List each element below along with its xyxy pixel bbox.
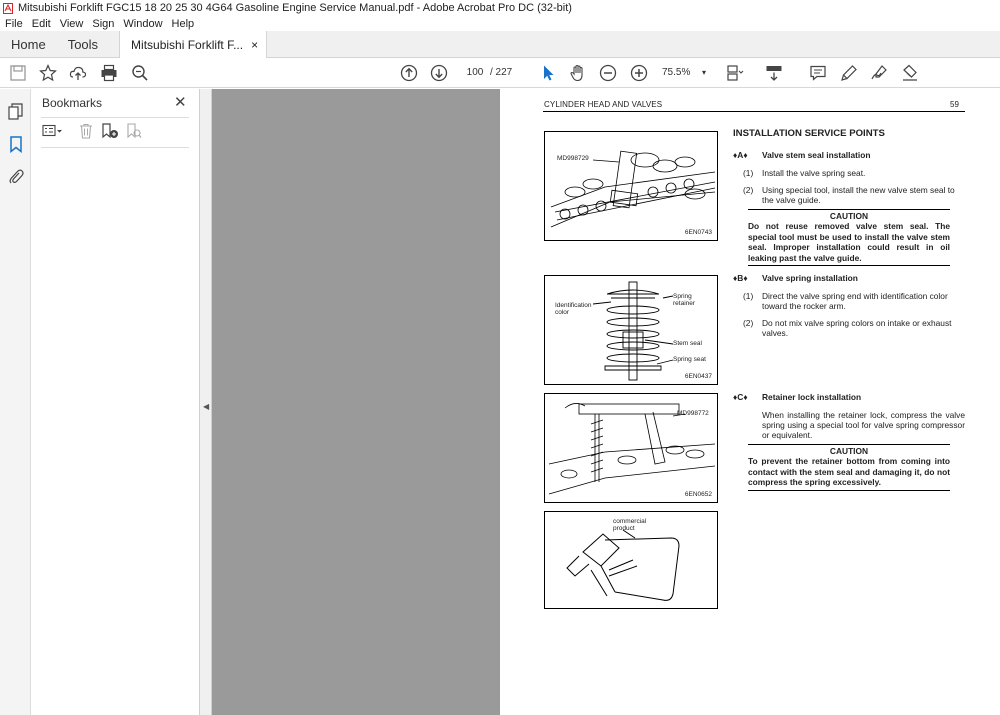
chevron-down-icon: ▾ xyxy=(702,68,707,77)
step-text: Install the valve spring seat. xyxy=(762,168,866,178)
page-number-input[interactable]: 100 xyxy=(460,64,490,81)
engine-head-illustration xyxy=(550,150,716,228)
figure-valve-stem-seal: MD998729 6EN0743 xyxy=(544,131,718,241)
next-page-icon[interactable] xyxy=(429,63,449,83)
left-navigation-rail xyxy=(0,89,31,715)
page-thumbnails-icon[interactable] xyxy=(7,102,25,120)
document-canvas[interactable]: CYLINDER HEAD AND VALVES 59 MD998729 6EN… xyxy=(212,89,1000,715)
page-total: / 227 xyxy=(490,67,513,78)
subsection-title-b: Valve spring installation xyxy=(762,273,858,283)
step-number: (1) xyxy=(743,291,754,301)
previous-page-icon[interactable] xyxy=(399,63,419,83)
tool-label: MD998772 xyxy=(677,410,709,417)
pdf-page: CYLINDER HEAD AND VALVES 59 MD998729 6EN… xyxy=(500,89,1000,715)
spring-retainer-label: Spring retainer xyxy=(673,293,696,307)
menu-file[interactable]: File xyxy=(5,18,23,30)
toolbar: 100 / 227 75.5% ▾ xyxy=(0,58,1000,88)
sign-icon[interactable] xyxy=(869,63,889,83)
tab-home[interactable]: Home xyxy=(0,31,57,58)
figure-commercial-compressor: commercial product xyxy=(544,511,718,609)
menu-window[interactable]: Window xyxy=(123,18,162,30)
caution-heading: CAUTION xyxy=(829,446,869,456)
cloud-upload-icon[interactable] xyxy=(68,63,88,83)
step-number: (2) xyxy=(743,318,754,328)
figure-retainer-lock: MD998772 6EN0652 xyxy=(544,393,718,503)
stamp-tools-icon[interactable] xyxy=(900,63,920,83)
figure-code: 6EN0743 xyxy=(684,229,712,236)
zoom-level-dropdown[interactable]: 75.5% ▾ xyxy=(662,64,712,81)
print-icon[interactable] xyxy=(99,63,119,83)
delete-bookmark-icon[interactable] xyxy=(79,123,93,139)
title-bar: Mitsubishi Forklift FGC15 18 20 25 30 4G… xyxy=(0,0,1000,16)
step-number: (1) xyxy=(743,168,754,178)
step-text: Do not mix valve spring colors on intake… xyxy=(762,318,952,338)
header-rule xyxy=(543,111,965,112)
caution-text: Do not reuse removed valve stem seal. Th… xyxy=(748,221,950,263)
subsection-title-c: Retainer lock installation xyxy=(762,392,862,402)
step-text: Using special tool, install the new valv… xyxy=(762,185,955,205)
menu-edit[interactable]: Edit xyxy=(32,18,51,30)
find-bookmark-icon[interactable] xyxy=(126,123,142,139)
section-title: INSTALLATION SERVICE POINTS xyxy=(733,128,885,139)
bookmarks-panel: Bookmarks ✕ xyxy=(31,89,200,715)
page-layout-icon[interactable] xyxy=(725,63,745,83)
caution-box-c: CAUTION To prevent the retainer bottom f… xyxy=(748,444,950,491)
tab-document-label: Mitsubishi Forklift F... xyxy=(131,37,244,52)
identification-color-label: Identification color xyxy=(555,302,592,316)
bookmark-options-icon[interactable] xyxy=(42,123,64,139)
close-icon[interactable]: ✕ xyxy=(174,93,187,111)
page-number: 59 xyxy=(950,100,959,109)
tab-tools[interactable]: Tools xyxy=(57,31,109,58)
window-title: Mitsubishi Forklift FGC15 18 20 25 30 4G… xyxy=(18,2,572,14)
menu-sign[interactable]: Sign xyxy=(92,18,114,30)
star-icon[interactable] xyxy=(38,63,58,83)
figure-code: 6EN0652 xyxy=(684,491,712,498)
divider xyxy=(41,117,189,118)
zoom-search-icon[interactable] xyxy=(130,63,150,83)
marker-b: ♦B♦ xyxy=(733,273,748,283)
scroll-mode-icon[interactable] xyxy=(764,63,784,83)
divider xyxy=(41,147,189,148)
acrobat-icon xyxy=(3,2,13,14)
tab-bar: Home Tools Mitsubishi Forklift F... × xyxy=(0,31,1000,58)
highlight-pen-icon[interactable] xyxy=(839,63,859,83)
bookmarks-title: Bookmarks xyxy=(42,96,103,110)
commercial-product-label: commercial product xyxy=(613,518,647,532)
tab-close-button[interactable]: × xyxy=(251,38,258,52)
marker-a: ♦A♦ xyxy=(733,150,748,160)
menu-help[interactable]: Help xyxy=(172,18,195,30)
zoom-out-icon[interactable] xyxy=(598,63,618,83)
tab-document[interactable]: Mitsubishi Forklift F... × xyxy=(119,31,268,58)
marker-c: ♦C♦ xyxy=(733,392,748,402)
new-bookmark-icon[interactable] xyxy=(101,123,119,139)
step-text: Direct the valve spring end with identif… xyxy=(762,291,948,311)
figure-valve-spring: Identification color Spring retainer Ste… xyxy=(544,275,718,385)
figure-code: 6EN0437 xyxy=(684,373,712,380)
attachments-icon[interactable] xyxy=(7,167,25,185)
stem-seal-label: Stem seal xyxy=(673,340,702,347)
spring-seat-label: Spring seat xyxy=(673,356,706,363)
menu-bar: File Edit View Sign Window Help xyxy=(0,16,1000,31)
select-cursor-icon[interactable] xyxy=(538,63,558,83)
save-icon[interactable] xyxy=(8,63,28,83)
zoom-level-value: 75.5% xyxy=(662,67,691,78)
bookmarks-panel-icon[interactable] xyxy=(7,135,25,153)
body-text-c: When installing the retainer lock, compr… xyxy=(762,410,965,440)
panel-splitter[interactable]: ◀ xyxy=(200,89,212,715)
collapse-arrow-icon[interactable]: ◀ xyxy=(203,402,209,411)
menu-view[interactable]: View xyxy=(60,18,84,30)
tool-label: MD998729 xyxy=(557,155,589,162)
caution-box-a: CAUTION Do not reuse removed valve stem … xyxy=(748,209,950,267)
comment-icon[interactable] xyxy=(808,63,828,83)
zoom-in-icon[interactable] xyxy=(629,63,649,83)
hand-tool-icon[interactable] xyxy=(568,63,588,83)
subsection-title-a: Valve stem seal installation xyxy=(762,150,871,160)
caution-heading: CAUTION xyxy=(829,211,869,221)
step-number: (2) xyxy=(743,185,754,195)
caution-text: To prevent the retainer bottom from comi… xyxy=(748,456,950,488)
page-header: CYLINDER HEAD AND VALVES xyxy=(544,100,663,109)
